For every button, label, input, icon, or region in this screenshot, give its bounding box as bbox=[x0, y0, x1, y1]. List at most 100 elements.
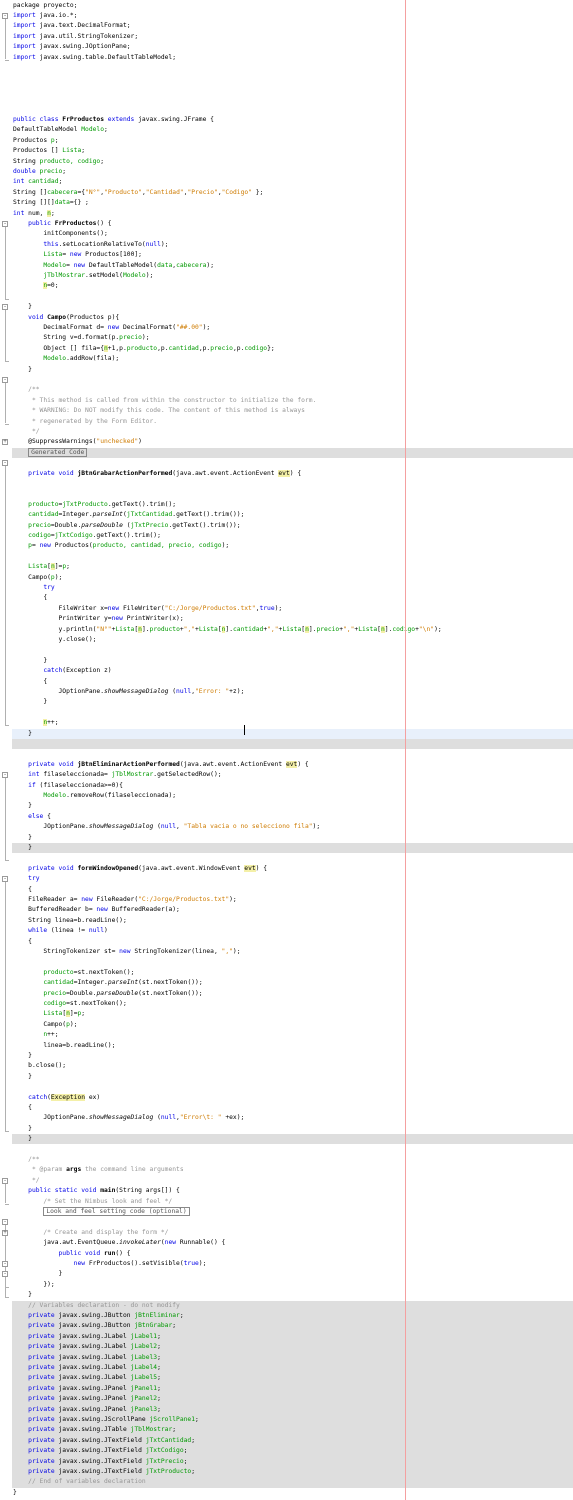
code-line[interactable]: } bbox=[13, 729, 32, 739]
code-line[interactable]: linea=b.readLine(); bbox=[13, 1041, 115, 1051]
code-line[interactable]: } bbox=[13, 1134, 32, 1144]
code-line[interactable]: }); bbox=[13, 1280, 54, 1290]
code-line[interactable]: private javax.swing.JLabel jLabel1; bbox=[13, 1332, 161, 1342]
collapsed-fold[interactable]: Look and feel setting code (optional) bbox=[43, 1206, 190, 1216]
code-line[interactable]: } bbox=[13, 1124, 32, 1134]
code-line[interactable]: * @param args the command line arguments bbox=[13, 1165, 184, 1175]
code-line[interactable]: p= new Productos(producto, cantidad, pre… bbox=[13, 541, 229, 551]
code-line[interactable]: private javax.swing.JScrollPane jScrollP… bbox=[13, 1415, 199, 1425]
code-line[interactable]: this.setLocationRelativeTo(null); bbox=[13, 240, 168, 250]
code-line[interactable]: private javax.swing.JTable jTblMostrar; bbox=[13, 1425, 176, 1435]
code-line[interactable]: String producto, codigo; bbox=[13, 157, 104, 167]
code-line[interactable]: */ bbox=[13, 427, 40, 437]
code-line[interactable]: n++; bbox=[13, 1030, 58, 1040]
collapse-fold-icon[interactable]: - bbox=[2, 1219, 8, 1226]
code-line[interactable]: DefaultTableModel Modelo; bbox=[13, 125, 108, 135]
code-line[interactable]: { bbox=[13, 677, 47, 687]
code-line[interactable]: try bbox=[13, 583, 54, 593]
code-line[interactable]: Generated Code bbox=[13, 447, 88, 458]
code-line[interactable]: cantidad=Integer.parseInt(st.nextToken()… bbox=[13, 978, 202, 988]
code-line[interactable]: } bbox=[13, 833, 32, 843]
code-line[interactable]: PrintWriter y=new PrintWriter(x); bbox=[13, 614, 183, 624]
code-line[interactable]: private void jBtnEliminarActionPerformed… bbox=[13, 760, 309, 770]
code-line[interactable]: producto=st.nextToken(); bbox=[13, 968, 134, 978]
code-line[interactable]: private javax.swing.JButton jBtnEliminar… bbox=[13, 1311, 183, 1321]
code-line[interactable]: StringTokenizer st= new StringTokenizer(… bbox=[13, 947, 240, 957]
code-line[interactable]: private javax.swing.JLabel jLabel3; bbox=[13, 1353, 161, 1363]
code-line[interactable]: /** bbox=[13, 385, 39, 395]
code-line[interactable]: Lista[n]=p; bbox=[13, 562, 70, 572]
code-line[interactable]: codigo=st.nextToken(); bbox=[13, 999, 126, 1009]
code-line[interactable]: } bbox=[13, 302, 32, 312]
code-line[interactable]: Modelo= new DefaultTableModel(data,cabec… bbox=[13, 261, 214, 271]
code-line[interactable]: package proyecto; bbox=[13, 1, 77, 11]
code-line[interactable]: JOptionPane.showMessageDialog (null,"Err… bbox=[13, 1113, 244, 1123]
code-line[interactable]: } bbox=[13, 1488, 17, 1498]
code-line[interactable]: * This method is called from within the … bbox=[13, 396, 316, 406]
code-line[interactable]: // Variables declaration - do not modify bbox=[13, 1301, 180, 1311]
code-line[interactable]: JOptionPane.showMessageDialog (null, "Ta… bbox=[13, 822, 320, 832]
code-line[interactable]: n=0; bbox=[13, 281, 59, 291]
code-line[interactable]: cantidad=Integer.parseInt(jTxtCantidad.g… bbox=[13, 510, 244, 520]
code-line[interactable]: Look and feel setting code (optional) bbox=[13, 1206, 190, 1217]
collapsed-fold[interactable]: Generated Code bbox=[28, 447, 88, 457]
code-line[interactable]: catch(Exception z) bbox=[13, 666, 111, 676]
code-line[interactable]: private javax.swing.JLabel jLabel4; bbox=[13, 1363, 161, 1373]
code-line[interactable]: import javax.swing.JOptionPane; bbox=[13, 42, 131, 52]
code-line[interactable]: Modelo.removeRow(filaseleccionada); bbox=[13, 791, 176, 801]
code-line[interactable]: /* Set the Nimbus look and feel */ bbox=[13, 1197, 172, 1207]
code-line[interactable]: Lista= new Productos[100]; bbox=[13, 250, 142, 260]
collapse-fold-icon[interactable]: - bbox=[2, 12, 8, 19]
code-line[interactable]: DecimalFormat d= new DecimalFormat("##.0… bbox=[13, 323, 210, 333]
code-line[interactable]: public static void main(String args[]) { bbox=[13, 1186, 180, 1196]
code-line[interactable]: { bbox=[13, 937, 32, 947]
code-line[interactable]: if (filaseleccionada>=0){ bbox=[13, 781, 123, 791]
code-line[interactable]: int cantidad; bbox=[13, 177, 62, 187]
code-line[interactable]: private javax.swing.JTextField jTxtCanti… bbox=[13, 1436, 195, 1446]
code-line[interactable]: } bbox=[13, 1072, 32, 1082]
code-line[interactable]: String linea=b.readLine(); bbox=[13, 916, 127, 926]
code-line[interactable]: } bbox=[13, 843, 32, 853]
code-line[interactable]: BufferedReader b= new BufferedReader(a); bbox=[13, 905, 180, 915]
code-line[interactable]: producto=jTxtProducto.getText().trim(); bbox=[13, 500, 176, 510]
code-line[interactable]: private void jBtnGrabarActionPerformed(j… bbox=[13, 469, 301, 479]
code-line[interactable]: else { bbox=[13, 812, 51, 822]
code-line[interactable]: void Campo(Productos p){ bbox=[13, 313, 119, 323]
code-line[interactable]: String []cabecera={"N°","Producto","Cant… bbox=[13, 188, 263, 198]
code-line[interactable]: int num, n; bbox=[13, 209, 55, 219]
code-line[interactable]: y.close(); bbox=[13, 635, 96, 645]
code-line[interactable]: private javax.swing.JLabel jLabel2; bbox=[13, 1342, 161, 1352]
code-line[interactable]: FileWriter x=new FileWriter("C:/Jorge/Pr… bbox=[13, 604, 282, 614]
code-line[interactable]: { bbox=[13, 593, 47, 603]
code-line[interactable]: /* Create and display the form */ bbox=[13, 1228, 168, 1238]
code-line[interactable]: Object [] fila={n+1,p.producto,p.cantida… bbox=[13, 344, 275, 354]
code-editor[interactable]: - - - - + - - - - - + - - package proyecto; import ja… bbox=[0, 0, 573, 1500]
code-line[interactable]: Productos [] Lista; bbox=[13, 146, 85, 156]
code-line[interactable]: java.awt.EventQueue.invokeLater(new Runn… bbox=[13, 1238, 225, 1248]
code-line[interactable]: @SuppressWarnings("unchecked") bbox=[13, 437, 142, 447]
code-line[interactable]: import javax.swing.table.DefaultTableMod… bbox=[13, 53, 176, 63]
code-line[interactable]: private javax.swing.JTextField jTxtCodig… bbox=[13, 1446, 187, 1456]
code-line[interactable]: import java.text.DecimalFormat; bbox=[13, 21, 131, 31]
code-line[interactable]: try bbox=[13, 874, 39, 884]
code-line[interactable]: Productos p; bbox=[13, 136, 59, 146]
code-line[interactable]: private javax.swing.JTextField jTxtPreci… bbox=[13, 1457, 187, 1467]
code-line[interactable]: // End of variables declaration bbox=[13, 1477, 146, 1487]
code-line[interactable]: Campo(p); bbox=[13, 1020, 77, 1030]
collapse-fold-icon[interactable]: - bbox=[2, 876, 8, 883]
code-line[interactable]: * WARNING: Do NOT modify this code. The … bbox=[13, 406, 305, 416]
code-line[interactable]: public void run() { bbox=[13, 1249, 130, 1259]
code-line[interactable]: private javax.swing.JPanel jPanel3; bbox=[13, 1405, 161, 1415]
code-line[interactable]: FileReader a= new FileReader("C:/Jorge/P… bbox=[13, 895, 237, 905]
code-line[interactable]: String v=d.format(p.precio); bbox=[13, 333, 149, 343]
code-line[interactable]: { bbox=[13, 885, 32, 895]
code-line[interactable]: public FrProductos() { bbox=[13, 219, 111, 229]
code-line[interactable]: new FrProductos().setVisible(true); bbox=[13, 1259, 207, 1269]
code-line[interactable]: precio=Double.parseDouble (jTxtPrecio.ge… bbox=[13, 521, 240, 531]
collapse-fold-icon[interactable]: - bbox=[2, 460, 8, 467]
code-line[interactable]: private javax.swing.JButton jBtnGrabar; bbox=[13, 1321, 176, 1331]
code-line[interactable]: import java.util.StringTokenizer; bbox=[13, 32, 138, 42]
code-line[interactable]: } bbox=[13, 365, 32, 375]
code-line[interactable]: catch(Exception ex) bbox=[13, 1093, 100, 1103]
collapse-fold-icon[interactable]: - bbox=[2, 1260, 8, 1267]
